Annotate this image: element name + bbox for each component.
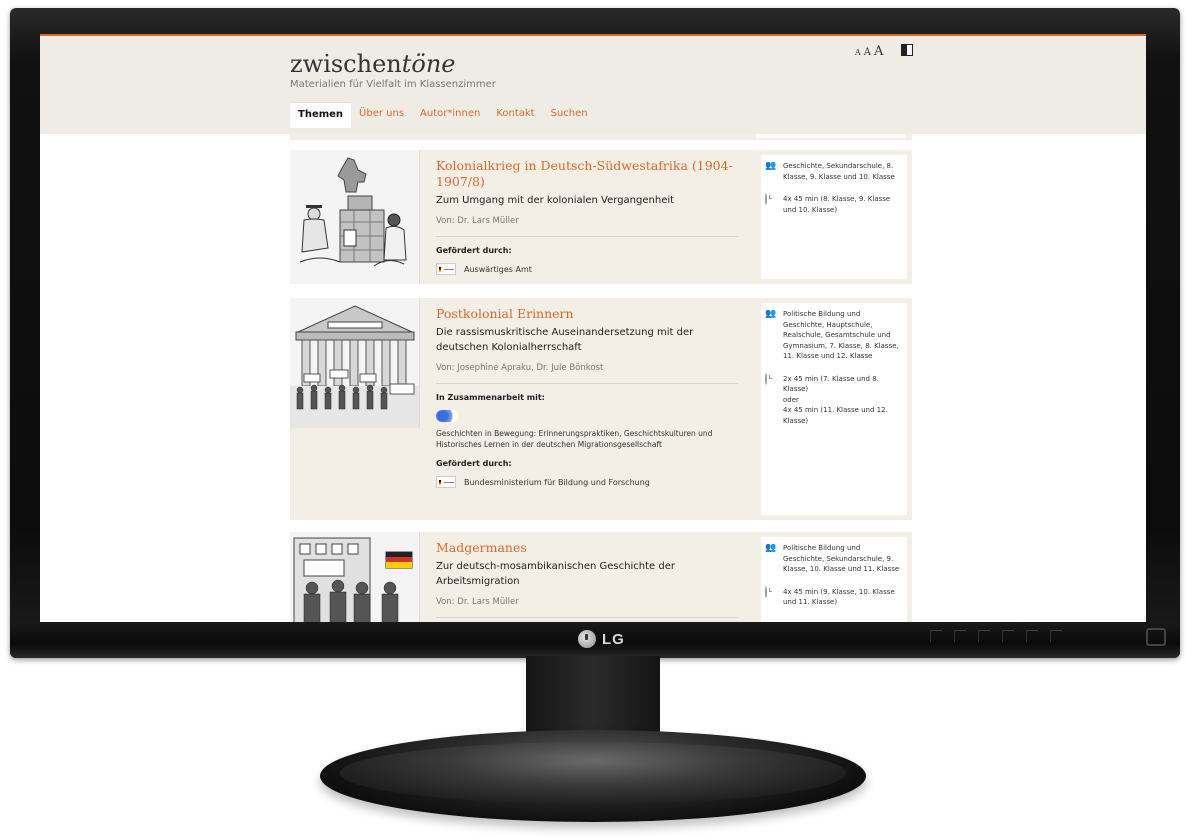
- card-divider: [436, 236, 738, 237]
- duration-or: oder: [783, 395, 799, 404]
- card-subtitle: Die rassismuskritische Auseinandersetzun…: [436, 327, 694, 353]
- previous-card-remnant-side: [756, 134, 906, 138]
- card-illustration: [290, 150, 420, 284]
- card-divider: [436, 383, 738, 384]
- card-divider: [436, 617, 738, 618]
- clock-icon: [765, 372, 777, 385]
- audience-icon: 👥: [765, 309, 777, 319]
- nav-item-themen[interactable]: Themen: [290, 102, 352, 128]
- duration-option-1: 2x 45 min (7. Klasse und 8. Klasse): [783, 374, 879, 394]
- duration-text: 2x 45 min (7. Klasse und 8. Klasse) oder…: [783, 374, 903, 427]
- font-size-small[interactable]: A: [855, 48, 861, 57]
- subjects-row: 👥 Politische Bildung und Geschichte, Hau…: [765, 309, 903, 362]
- funder-flag-icon: [436, 476, 456, 488]
- site-title-italic: töne: [401, 50, 456, 78]
- monitor-screen: zwischentöne Materialien für Vielfalt im…: [40, 34, 1146, 622]
- duration-row: 4x 45 min (8. Klasse, 9. Klasse und 10. …: [765, 193, 903, 215]
- partner-text: Geschichten in Bewegung: Erinnerungsprak…: [436, 429, 713, 449]
- topic-card[interactable]: Madgermanes Zur deutsch-mosambikanischen…: [290, 532, 912, 622]
- main-nav: Themen Über uns Autor*innen Kontakt Such…: [290, 102, 596, 128]
- statue-illustration-icon: [290, 150, 419, 284]
- funder-name: Auswärtiges Amt: [464, 264, 532, 274]
- monument-protest-illustration-icon: [290, 298, 419, 428]
- funder-row: Bundesministerium für Bildung und Forsch…: [436, 476, 740, 488]
- font-size-large[interactable]: A: [874, 44, 883, 59]
- card-subtitle: Zum Umgang mit der kolonialen Vergangenh…: [436, 195, 675, 206]
- card-main: Madgermanes Zur deutsch-mosambikanischen…: [436, 540, 740, 622]
- card-illustration: [290, 298, 420, 428]
- card-title[interactable]: Kolonialkrieg in Deutsch-Südwestafrika (…: [436, 158, 740, 190]
- duration-row: 2x 45 min (7. Klasse und 8. Klasse) oder…: [765, 372, 903, 427]
- card-main: Postkolonial Erinnern Die rassismuskriti…: [436, 306, 740, 488]
- funder-name: Bundesministerium für Bildung und Forsch…: [464, 477, 650, 487]
- partner-logo-icon: [436, 410, 458, 422]
- card-author: Von: Dr. Lars Müller: [436, 597, 519, 607]
- subjects-text: Politische Bildung und Geschichte, Haupt…: [783, 310, 899, 360]
- site-title[interactable]: zwischentöne: [290, 50, 456, 78]
- monitor-control-button: [1026, 630, 1038, 642]
- font-size-medium[interactable]: A: [864, 47, 871, 58]
- duration-option-2: 4x 45 min (11. Klasse und 12. Klasse): [783, 406, 888, 425]
- monitor-control-button: [978, 630, 990, 642]
- nav-item-kontakt[interactable]: Kontakt: [488, 102, 542, 128]
- card-main: Kolonialkrieg in Deutsch-Südwestafrika (…: [436, 158, 740, 275]
- cooperation-label: In Zusammenarbeit mit:: [436, 393, 545, 402]
- subjects-row: 👥 Geschichte, Sekundarschule, 8. Klasse,…: [765, 161, 903, 182]
- funder-row: Auswärtiges Amt: [436, 263, 740, 275]
- clock-icon: [765, 193, 777, 205]
- duration-row: 4x 45 min (9. Klasse, 10. Klasse und 11.…: [765, 585, 903, 608]
- monitor-brand-logo: LG: [578, 630, 625, 648]
- nav-item-autorinnen[interactable]: Autor*innen: [412, 102, 488, 128]
- monitor-control-button: [930, 630, 942, 642]
- funded-by-label: Gefördert durch:: [436, 246, 512, 255]
- card-meta: 👥 Politische Bildung und Geschichte, Sek…: [756, 532, 912, 622]
- clock-icon: [765, 585, 777, 598]
- card-meta: 👥 Politische Bildung und Geschichte, Hau…: [756, 298, 912, 520]
- monitor-control-button: [1050, 630, 1062, 642]
- workers-illustration-icon: [290, 532, 419, 622]
- card-meta: 👥 Geschichte, Sekundarschule, 8. Klasse,…: [756, 150, 912, 284]
- monitor-control-buttons: [930, 630, 1062, 642]
- photo-stage: LG zwischentöne Materialien für Vielfalt…: [0, 0, 1186, 838]
- topic-card[interactable]: Kolonialkrieg in Deutsch-Südwestafrika (…: [290, 150, 912, 284]
- audience-icon: 👥: [765, 161, 777, 171]
- card-title[interactable]: Postkolonial Erinnern: [436, 306, 740, 322]
- monitor-stand-rim: [340, 742, 846, 804]
- site-tagline: Materialien für Vielfalt im Klassenzimme…: [290, 79, 496, 90]
- card-subtitle: Zur deutsch-mosambikanischen Geschichte …: [436, 561, 675, 587]
- monitor-control-button: [954, 630, 966, 642]
- subjects-text: Geschichte, Sekundarschule, 8. Klasse, 9…: [783, 162, 895, 181]
- lg-logo-icon: [578, 630, 596, 648]
- monitor-brand-text: LG: [602, 630, 625, 648]
- funder-flag-icon: [436, 263, 456, 275]
- subjects-row: 👥 Politische Bildung und Geschichte, Sek…: [765, 543, 903, 575]
- funded-by-label: Gefördert durch:: [436, 459, 512, 468]
- site-title-plain: zwischen: [290, 50, 402, 78]
- duration-text: 4x 45 min (9. Klasse, 10. Klasse und 11.…: [783, 587, 895, 607]
- contrast-toggle-icon[interactable]: [901, 44, 913, 56]
- card-illustration: [290, 532, 420, 622]
- topic-card[interactable]: Postkolonial Erinnern Die rassismuskriti…: [290, 298, 912, 520]
- duration-text: 4x 45 min (8. Klasse, 9. Klasse und 10. …: [783, 195, 891, 214]
- audience-icon: 👥: [765, 543, 777, 553]
- card-author: Von: Josephine Apraku, Dr. Jule Bönkost: [436, 363, 604, 373]
- monitor-power-button: [1146, 628, 1166, 646]
- site-header: zwischentöne Materialien für Vielfalt im…: [40, 34, 1146, 134]
- card-author: Von: Dr. Lars Müller: [436, 216, 519, 226]
- card-title[interactable]: Madgermanes: [436, 540, 740, 556]
- font-size-switcher: A A A: [855, 44, 883, 59]
- nav-item-ueber-uns[interactable]: Über uns: [351, 102, 412, 128]
- monitor-control-button: [1002, 630, 1014, 642]
- subjects-text: Politische Bildung und Geschichte, Sekun…: [783, 544, 900, 573]
- nav-item-suchen[interactable]: Suchen: [543, 102, 596, 128]
